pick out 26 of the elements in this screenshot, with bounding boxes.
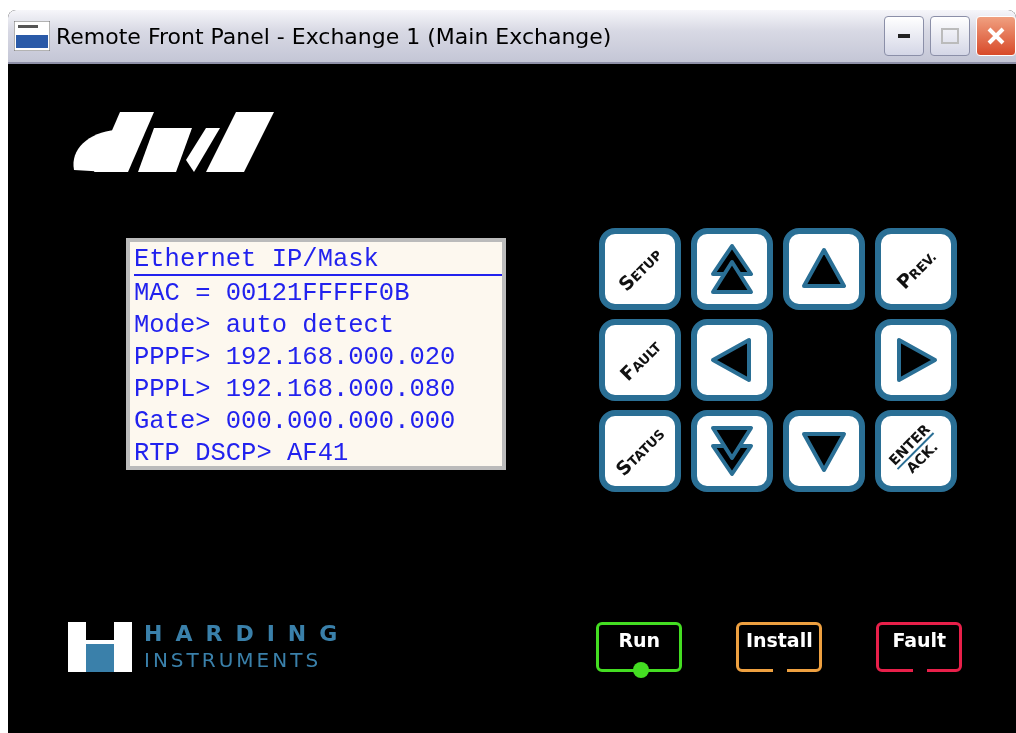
display-line: Gate> 000.000.000.000 xyxy=(134,406,457,438)
brand-subtitle: INSTRUMENTS xyxy=(144,647,323,673)
display-line: PPPF> 192.168.000.020 xyxy=(134,342,457,374)
brand-name: HARDING xyxy=(144,621,351,647)
arrow-key[interactable] xyxy=(691,228,773,310)
minimize-button[interactable] xyxy=(884,16,924,56)
status-indicator: Install xyxy=(736,622,823,672)
arrow-key[interactable] xyxy=(691,410,773,492)
display-line: PPPL> 192.168.000.080 xyxy=(134,374,457,406)
display-line: MAC = 00121FFFFF0B xyxy=(134,278,411,310)
arrow-key[interactable] xyxy=(691,319,773,401)
close-button[interactable] xyxy=(976,16,1016,56)
arrow-key[interactable] xyxy=(875,319,957,401)
minimize-icon xyxy=(898,34,910,38)
close-icon xyxy=(986,26,1006,46)
display-line: Ethernet IP/Mask xyxy=(134,246,502,276)
display-line: Mode> auto detect xyxy=(134,310,396,342)
arrow-key[interactable] xyxy=(783,410,865,492)
maximize-button[interactable] xyxy=(930,16,970,56)
logo-icon xyxy=(68,622,132,672)
status-indicator: Fault xyxy=(876,622,963,672)
display-line: RTP DSCP> AF41 xyxy=(134,438,350,470)
arrow-key[interactable] xyxy=(783,228,865,310)
maximize-icon xyxy=(941,28,959,44)
window-title: Remote Front Panel - Exchange 1 (Main Exchange) xyxy=(56,23,613,49)
app-icon xyxy=(14,21,50,51)
